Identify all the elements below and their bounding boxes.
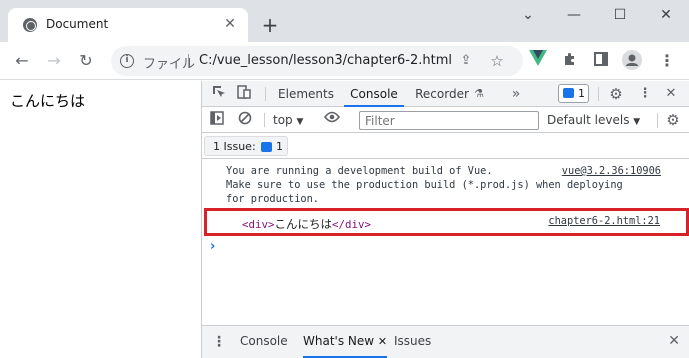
browser-toolbar: ← → ↻ i ファイル C:/vue_lesson/lesson3/chapt… — [0, 42, 689, 80]
element-content: こんにちは — [274, 217, 333, 231]
star-icon[interactable]: ☆ — [487, 50, 507, 72]
inspect-element-icon[interactable] — [210, 85, 228, 103]
tab-close-icon[interactable]: ✕ — [222, 16, 238, 32]
console-settings-gear-icon[interactable]: ⚙ — [664, 111, 682, 129]
messages-badge[interactable]: 1 — [558, 84, 589, 103]
settings-gear-icon[interactable]: ⚙ — [607, 85, 625, 103]
menu-icon[interactable]: ⋮ — [656, 50, 678, 72]
page-viewport: こんにちは — [0, 81, 201, 358]
drawer-close-icon[interactable]: ✕ — [668, 333, 680, 349]
drawer-tab-issues[interactable]: Issues — [394, 326, 431, 358]
tab-strip: Document ✕ + ⌄ — ☐ ✕ — [0, 0, 689, 42]
vue-devtools-icon[interactable] — [527, 50, 549, 72]
open-tag: <div> — [242, 218, 275, 231]
new-tab-button[interactable]: + — [259, 14, 281, 36]
maximize-button[interactable]: ☐ — [597, 0, 643, 30]
issues-bar: 1 Issue: 1 — [202, 134, 689, 159]
window-close-button[interactable]: ✕ — [643, 0, 689, 30]
tab-title: Document — [46, 17, 109, 31]
levels-value: Default levels — [547, 113, 630, 127]
drawer-menu-icon[interactable]: ⋮ — [212, 334, 226, 350]
log-levels-dropdown[interactable]: Default levels ▼ — [547, 113, 640, 127]
device-toolbar-icon[interactable] — [235, 85, 253, 103]
reload-icon[interactable]: ↻ — [75, 50, 97, 72]
eye-icon[interactable] — [323, 111, 341, 129]
address-bar[interactable]: i ファイル C:/vue_lesson/lesson3/chapter6-2.… — [111, 46, 523, 76]
console-source-link[interactable]: vue@3.2.36:10906 — [562, 164, 661, 178]
drawer-tab-console[interactable]: Console — [240, 326, 288, 358]
devtools-drawer: ⋮ Console What's New ✕ Issues ✕ — [202, 325, 689, 358]
minimize-button[interactable]: — — [551, 0, 597, 30]
issue-message-icon — [261, 142, 272, 152]
console-filter-bar: top ▼ Default levels ▼ ⚙ — [202, 108, 689, 133]
tab-separator — [265, 87, 266, 101]
more-tabs-icon[interactable]: » — [507, 85, 525, 103]
drawer-tab-label: What's New — [303, 334, 375, 348]
drawer-tab-whats-new[interactable]: What's New ✕ — [303, 326, 388, 358]
tab-recorder[interactable]: Recorder — [414, 81, 470, 107]
console-message-element[interactable]: <div>こんにちは</div> — [242, 216, 371, 232]
forward-icon[interactable]: → — [43, 50, 65, 72]
back-icon[interactable]: ← — [11, 50, 33, 72]
tab-separator — [598, 87, 599, 101]
issues-count: 1 — [276, 140, 283, 153]
console-prompt-icon[interactable]: › — [210, 239, 215, 254]
console-message: You are running a development build of V… — [202, 164, 689, 207]
tab-search-icon[interactable]: ⌄ — [505, 0, 551, 30]
filter-separator — [657, 113, 658, 128]
chevron-down-icon: ▼ — [296, 117, 304, 127]
tab-console[interactable]: Console — [344, 81, 404, 107]
share-icon[interactable]: ⇪ — [456, 50, 476, 72]
devtools-menu-icon[interactable]: ⋮ — [636, 85, 654, 103]
url-text[interactable]: C:/vue_lesson/lesson3/chapter6-2.html — [199, 53, 452, 68]
context-select[interactable]: top ▼ — [273, 113, 303, 127]
flask-icon: ⚗ — [474, 87, 484, 100]
issues-label: 1 Issue: — [213, 140, 256, 153]
side-panel-icon[interactable] — [590, 50, 612, 72]
tab-elements[interactable]: Elements — [274, 81, 338, 107]
messages-count: 1 — [578, 87, 585, 100]
browser-tab[interactable]: Document ✕ — [8, 8, 248, 42]
console-source-link[interactable]: chapter6-2.html:21 — [548, 215, 660, 227]
message-icon — [563, 88, 574, 98]
devtools-tab-bar: Elements Console Recorder ⚗ » 1 ⚙ ⋮ ✕ — [202, 81, 689, 107]
drawer-tab-close-icon[interactable]: ✕ — [378, 335, 387, 348]
issues-button[interactable]: 1 Issue: 1 — [204, 136, 288, 156]
console-message-highlighted: <div>こんにちは</div> chapter6-2.html:21 — [204, 208, 689, 236]
devtools-panel: Elements Console Recorder ⚗ » 1 ⚙ ⋮ ✕ to… — [201, 81, 689, 358]
chevron-down-icon: ▼ — [633, 117, 641, 127]
console-output: You are running a development build of V… — [202, 160, 689, 325]
filter-separator — [264, 113, 265, 127]
page-greeting: こんにちは — [10, 92, 86, 110]
close-tag: </div> — [332, 218, 372, 231]
filter-input[interactable] — [359, 111, 539, 130]
context-value: top — [273, 113, 293, 127]
devtools-close-icon[interactable]: ✕ — [662, 85, 680, 103]
sidebar-toggle-icon[interactable] — [208, 111, 226, 129]
url-divider — [188, 54, 189, 68]
profile-icon[interactable] — [621, 50, 643, 72]
globe-icon — [23, 18, 37, 32]
clear-console-icon[interactable] — [236, 111, 254, 129]
info-icon[interactable]: i — [120, 54, 134, 68]
extensions-icon[interactable] — [559, 50, 581, 72]
